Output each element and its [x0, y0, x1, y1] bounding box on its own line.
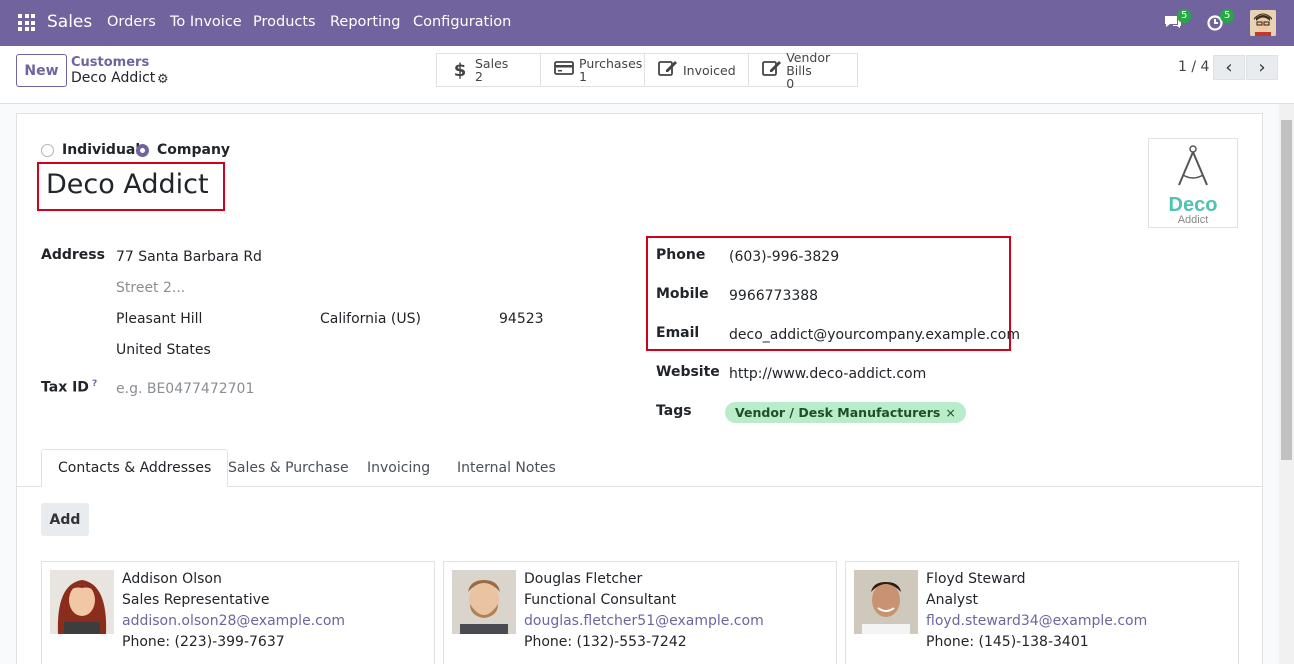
menu-orders[interactable]: Orders: [107, 14, 156, 30]
phone-field[interactable]: (603)-996-3829: [729, 249, 839, 265]
taxid-label: Tax ID?: [41, 379, 97, 396]
radio-individual-label: Individual: [62, 142, 141, 158]
tag-label: Vendor / Desk Manufacturers: [735, 405, 941, 420]
email-label: Email: [656, 325, 700, 341]
app-brand[interactable]: Sales: [47, 12, 92, 32]
contact-card[interactable]: Addison Olson Sales Representative addis…: [41, 561, 435, 664]
activities-clock-icon[interactable]: 5: [1206, 9, 1235, 34]
breadcrumb-customers[interactable]: Customers: [71, 55, 149, 70]
menu-configuration[interactable]: Configuration: [413, 14, 511, 30]
mobile-field[interactable]: 9966773388: [729, 288, 818, 304]
radio-company[interactable]: Company: [136, 142, 230, 158]
purchases-stat-value: 1: [579, 69, 587, 84]
menu-reporting[interactable]: Reporting: [330, 14, 401, 30]
help-icon[interactable]: ?: [92, 379, 97, 389]
phone-label: Phone: [656, 247, 706, 263]
contact-phone: Phone: (145)-138-3401: [926, 634, 1089, 650]
edit-icon: [657, 59, 679, 82]
purchases-stat-label: Purchases: [579, 56, 643, 71]
edit-icon: [761, 59, 782, 82]
state-field[interactable]: California (US): [320, 311, 421, 327]
city-field[interactable]: Pleasant Hill: [116, 311, 202, 327]
logo-text-addict: Addict: [1178, 214, 1209, 226]
invoiced-stat-button[interactable]: Invoiced: [644, 53, 749, 87]
address-label: Address: [41, 247, 105, 263]
partner-name-field[interactable]: Deco Addict: [46, 169, 209, 200]
company-logo[interactable]: Deco Addict: [1148, 138, 1238, 228]
logo-text-deco: Deco: [1169, 194, 1218, 216]
street-field[interactable]: 77 Santa Barbara Rd: [116, 249, 262, 265]
contact-name: Addison Olson: [122, 571, 222, 587]
messages-icon[interactable]: 5: [1163, 9, 1192, 34]
messages-badge: 5: [1177, 9, 1192, 23]
user-avatar[interactable]: [1250, 10, 1276, 36]
contact-photo: [854, 570, 918, 634]
control-panel: New Customers Deco Addict ⚙ $ Sales 2 Pur…: [0, 46, 1294, 104]
contact-card[interactable]: Floyd Steward Analyst floyd.steward34@ex…: [845, 561, 1239, 664]
website-field[interactable]: http://www.deco-addict.com: [729, 366, 926, 382]
contact-title: Sales Representative: [122, 592, 270, 608]
website-label: Website: [656, 364, 720, 380]
gear-icon[interactable]: ⚙: [157, 72, 169, 87]
tab-contacts-addresses[interactable]: Contacts & Addresses: [41, 449, 229, 487]
contact-card[interactable]: Douglas Fletcher Functional Consultant d…: [443, 561, 837, 664]
menu-products[interactable]: Products: [253, 14, 316, 30]
apps-menu-icon[interactable]: [18, 14, 35, 31]
radio-company-label: Company: [157, 142, 231, 158]
scrollbar-thumb[interactable]: [1281, 120, 1292, 460]
chevron-right-icon: ›: [1258, 57, 1266, 78]
tab-internal-notes[interactable]: Internal Notes: [441, 449, 572, 487]
credit-card-icon: [553, 60, 575, 81]
pager-value[interactable]: 1 / 4: [1178, 59, 1209, 75]
pager-next-button[interactable]: ›: [1246, 55, 1278, 80]
radio-individual[interactable]: Individual: [41, 142, 140, 158]
add-contact-button[interactable]: Add: [41, 503, 89, 536]
new-button[interactable]: New: [16, 54, 67, 87]
contact-phone: Phone: (223)-399-7637: [122, 634, 285, 650]
tags-label: Tags: [656, 403, 692, 419]
vendor-bills-stat-value: 0: [786, 75, 795, 91]
tag-remove-icon[interactable]: ×: [945, 405, 955, 420]
tab-invoicing[interactable]: Invoicing: [351, 449, 446, 487]
contact-photo: [452, 570, 516, 634]
country-field[interactable]: United States: [116, 342, 211, 358]
contact-email[interactable]: addison.olson28@example.com: [122, 613, 345, 629]
contact-email[interactable]: douglas.fletcher51@example.com: [524, 613, 764, 629]
contact-photo: [50, 570, 114, 634]
menu-to-invoice[interactable]: To Invoice: [170, 14, 242, 30]
taxid-label-text: Tax ID: [41, 379, 89, 396]
taxid-field[interactable]: e.g. BE0477472701: [116, 381, 254, 397]
breadcrumb-current: Deco Addict: [71, 70, 156, 86]
invoiced-stat-label: Invoiced: [683, 62, 736, 78]
tab-sales-purchase[interactable]: Sales & Purchase: [212, 449, 365, 487]
contact-name: Floyd Steward: [926, 571, 1026, 587]
tag-badge[interactable]: Vendor / Desk Manufacturers ×: [725, 402, 966, 423]
contact-phone: Phone: (132)-553-7242: [524, 634, 687, 650]
contact-name: Douglas Fletcher: [524, 571, 643, 587]
email-field[interactable]: deco_addict@yourcompany.example.com: [729, 327, 1020, 343]
chevron-left-icon: ‹: [1225, 57, 1233, 78]
form-sheet: Individual Company Deco Addict Deco Addi…: [16, 113, 1263, 664]
contact-email[interactable]: floyd.steward34@example.com: [926, 613, 1147, 629]
pager-previous-button[interactable]: ‹: [1213, 55, 1245, 80]
vendor-bills-stat-label: Vendor Bills: [786, 49, 831, 78]
dollar-icon: $: [453, 59, 467, 81]
purchases-stat-button[interactable]: Purchases 1: [540, 53, 645, 87]
zip-field[interactable]: 94523: [499, 311, 544, 327]
sales-stat-value: 2: [475, 69, 483, 84]
contact-title: Analyst: [926, 592, 978, 608]
radio-individual-circle[interactable]: [41, 143, 54, 157]
street2-field[interactable]: Street 2...: [116, 280, 185, 296]
contact-title: Functional Consultant: [524, 592, 677, 608]
top-navbar: Sales Orders To Invoice Products Reporti…: [0, 0, 1294, 46]
radio-company-circle[interactable]: [136, 143, 149, 157]
vendor-bills-stat-button[interactable]: Vendor Bills 0: [748, 49, 858, 90]
activities-badge: 5: [1220, 9, 1235, 23]
mobile-label: Mobile: [656, 286, 709, 302]
sales-stat-button[interactable]: $ Sales 2: [436, 53, 541, 87]
